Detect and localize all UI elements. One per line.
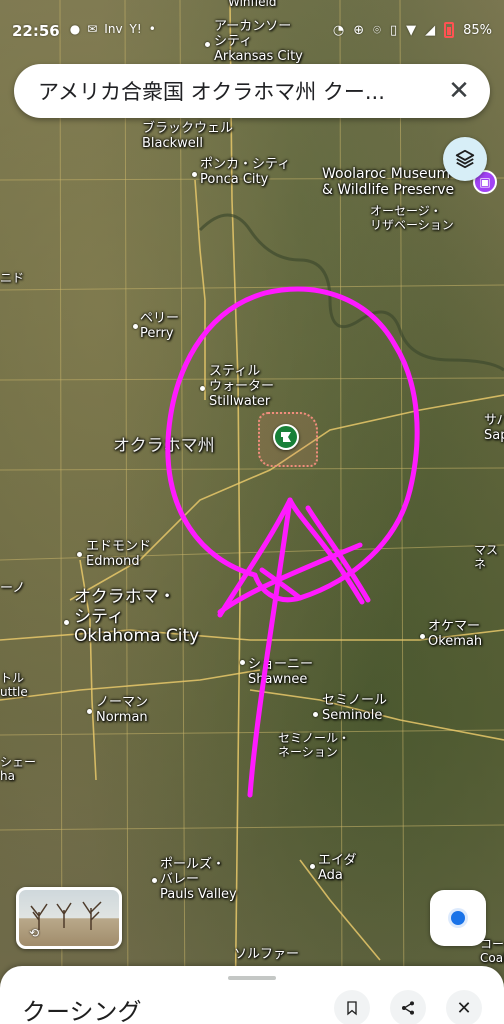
place-title: クーシング [22,998,142,1024]
signal-icon: ◢ [425,22,436,38]
layers-icon [455,149,475,169]
hand-drawn-annotation [165,286,420,798]
data-saver-icon: ⊕ [353,22,365,38]
notification-icons: ● ✉ Inv Y! • [70,22,156,36]
close-icon: ✕ [456,997,472,1019]
my-location-icon [451,911,465,925]
search-bar[interactable]: アメリカ合衆国 オクラホマ州 クー... ✕ [14,64,490,118]
share-icon [402,1001,414,1015]
street-view-thumbnail[interactable]: ⟲ [16,887,122,949]
bookmark-icon [347,1001,357,1016]
360-icon: ⟲ [29,926,40,940]
battery-icon [444,22,455,38]
yahoo-icon: Y! [129,22,142,36]
sheet-actions: ✕ [334,990,482,1024]
status-time: 22:56 [12,22,60,40]
search-query[interactable]: アメリカ合衆国 オクラホマ州 クー... [38,76,442,106]
place-bottom-sheet[interactable]: クーシング ✕ [0,966,504,1024]
line-icon: ● [69,22,81,36]
layers-button[interactable] [443,137,487,181]
close-sheet-button[interactable]: ✕ [446,990,482,1024]
system-icons: ◔ ⊕ ⌾ ▯ ▼ ◢ 85% [333,22,492,38]
alarm-icon: ◔ [332,22,345,38]
mail-icon: ✉ [87,22,98,36]
share-button[interactable] [390,990,426,1024]
wifi-icon: ▼ [406,22,417,38]
battery-percent: 85% [463,22,492,38]
drag-handle[interactable] [228,976,276,980]
close-icon[interactable]: ✕ [442,74,476,108]
save-button[interactable] [334,990,370,1024]
my-location-button[interactable] [430,890,486,946]
vibrate-icon: ▯ [389,22,398,38]
location-icon: ⌾ [373,22,381,38]
satellite-map[interactable]: ▣ Winfield アーカンソー シティ Arkansas City ブラック… [0,0,504,1024]
dot-icon: • [148,22,156,36]
inv-icon: Inv [104,22,123,36]
status-bar: 22:56 ● ✉ Inv Y! • ◔ ⊕ ⌾ ▯ ▼ ◢ 85% [0,0,504,60]
